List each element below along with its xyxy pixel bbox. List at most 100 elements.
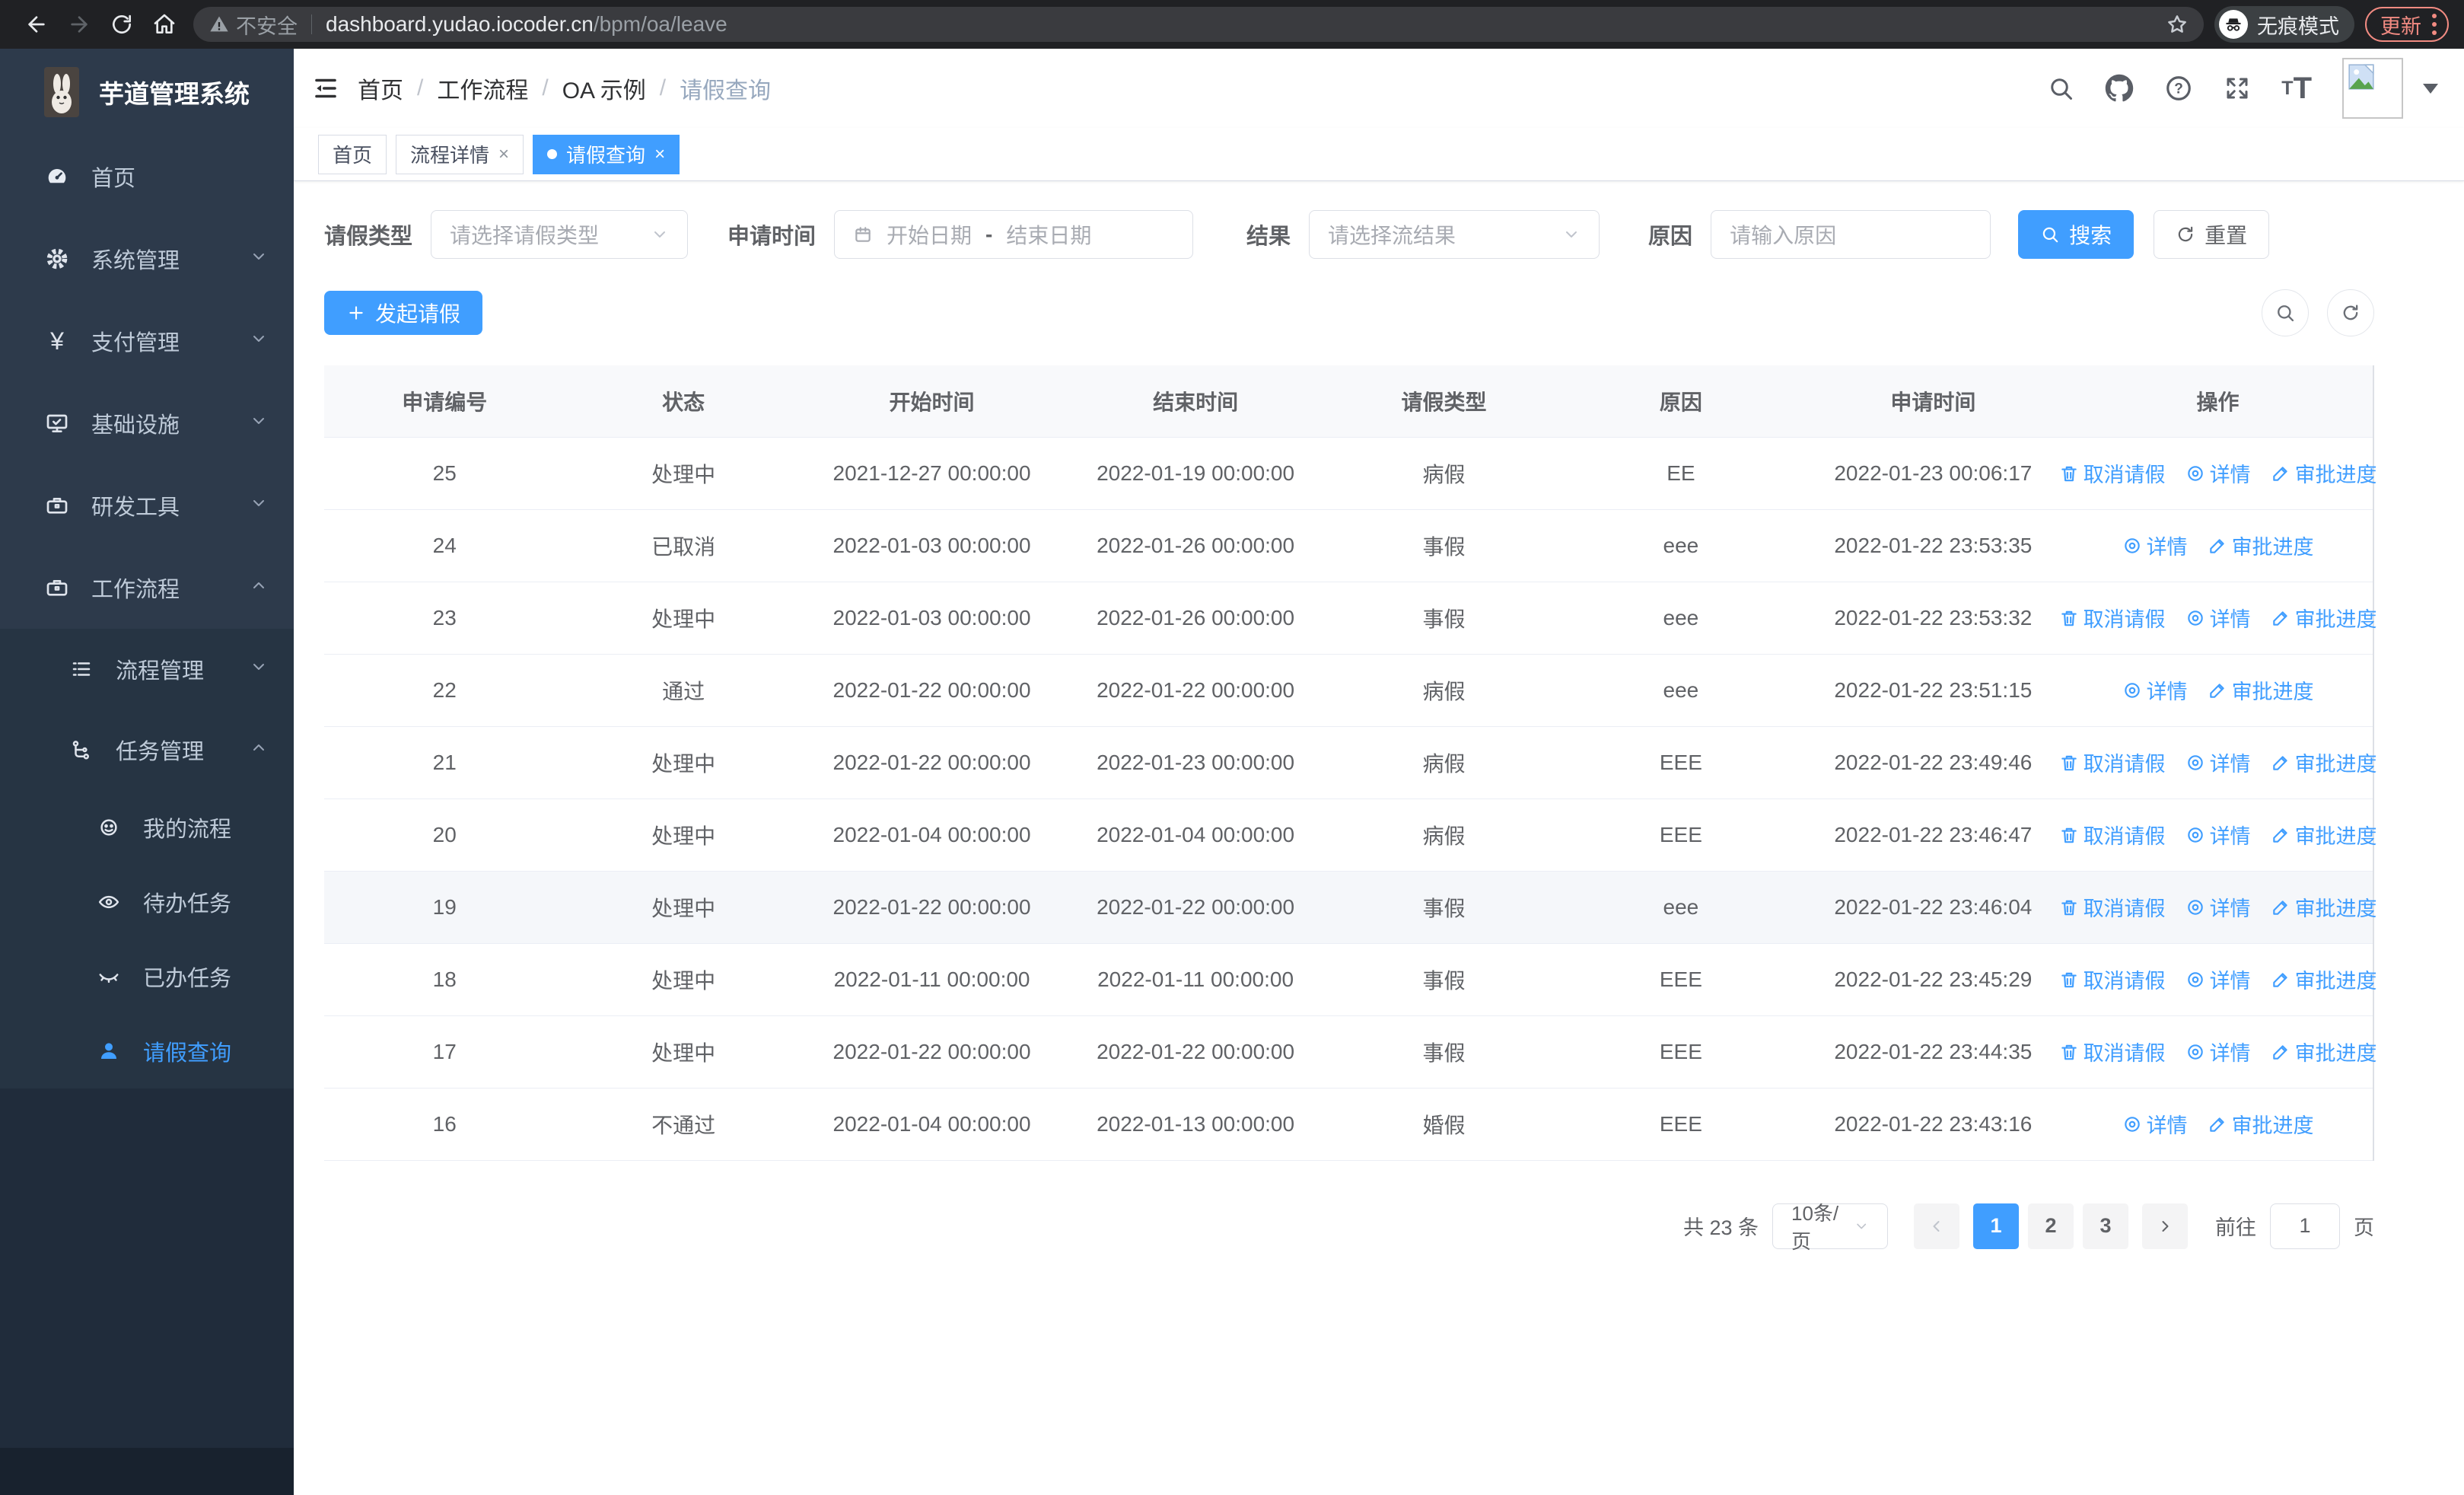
header-search-icon[interactable]	[2047, 75, 2074, 102]
browser-reload-icon[interactable]	[105, 8, 138, 41]
action-cancel-link[interactable]: 取消请假	[2059, 820, 2166, 850]
action-cancel-link[interactable]: 取消请假	[2059, 1037, 2166, 1066]
action-cancel-link[interactable]: 取消请假	[2059, 892, 2166, 922]
page-button-1[interactable]: 1	[1973, 1203, 2019, 1249]
page-size-select[interactable]: 10条/页	[1772, 1202, 1888, 1253]
cell-status: 处理中	[565, 437, 802, 510]
breadcrumb-oa-example[interactable]: OA 示例	[562, 72, 646, 105]
cell-type: 病假	[1329, 799, 1559, 872]
fullscreen-icon[interactable]	[2224, 75, 2251, 102]
sidebar-item-done-tasks[interactable]: 已办任务	[0, 939, 294, 1014]
sidebar-collapse-icon[interactable]	[294, 49, 358, 128]
yen-icon: ¥	[50, 327, 64, 355]
security-warning[interactable]: 不安全	[209, 10, 298, 40]
page-size-value: 10条/页	[1791, 1201, 1839, 1253]
url-bar[interactable]: 不安全 dashboard.yudao.iocoder.cn/bpm/oa/le…	[193, 7, 2204, 42]
browser-menu-icon[interactable]	[2432, 14, 2437, 35]
action-cancel-link[interactable]: 取消请假	[2059, 748, 2166, 777]
trash-icon	[2061, 972, 2077, 987]
sidebar-logo[interactable]: 芋道管理系统	[0, 49, 294, 135]
action-cancel-link[interactable]: 取消请假	[2059, 458, 2166, 488]
action-progress-link[interactable]: 审批进度	[2271, 748, 2377, 777]
next-page-button[interactable]	[2142, 1203, 2188, 1249]
goto-page-input[interactable]: 1	[2270, 1203, 2340, 1249]
sidebar-item-payment[interactable]: ¥ 支付管理	[0, 300, 294, 382]
leave-type-select[interactable]: 请选择请假类型	[431, 210, 689, 259]
logo-rabbit-image	[44, 67, 79, 117]
action-detail-link[interactable]: 详情	[2122, 531, 2188, 560]
sidebar-item-task-mgmt[interactable]: 任务管理	[0, 709, 294, 790]
action-detail-link[interactable]: 详情	[2185, 964, 2251, 994]
breadcrumb-workflow[interactable]: 工作流程	[437, 72, 528, 105]
sidebar-item-leave-query[interactable]: 请假查询	[0, 1014, 294, 1089]
action-progress-link[interactable]: 审批进度	[2208, 675, 2314, 705]
action-detail-link[interactable]: 详情	[2185, 748, 2251, 777]
sidebar-item-workflow[interactable]: 工作流程	[0, 547, 294, 629]
cell-reason: EEE	[1558, 726, 1803, 799]
cell-start: 2022-01-22 00:00:00	[801, 1015, 1062, 1089]
action-progress-link[interactable]: 审批进度	[2208, 531, 2314, 560]
pencil-icon	[2272, 972, 2287, 987]
apply-time-range-picker[interactable]: 开始日期 - 结束日期	[834, 210, 1194, 259]
browser-home-icon[interactable]	[148, 8, 181, 41]
browser-back-icon[interactable]	[20, 8, 53, 41]
tab-home[interactable]: 首页	[318, 134, 387, 174]
avatar-caret-icon[interactable]	[2423, 83, 2438, 94]
action-detail-link[interactable]: 详情	[2185, 603, 2251, 633]
pencil-icon	[2272, 827, 2287, 843]
page-button-2[interactable]: 2	[2028, 1203, 2074, 1249]
close-icon[interactable]: ×	[498, 144, 509, 165]
tags-view: 首页 流程详情 × 请假查询 ×	[294, 128, 2464, 181]
action-detail-link[interactable]: 详情	[2185, 458, 2251, 488]
reset-button[interactable]: 重置	[2154, 210, 2270, 259]
sidebar-item-system[interactable]: 系统管理	[0, 218, 294, 300]
sidebar-item-process-mgmt[interactable]: 流程管理	[0, 629, 294, 709]
browser-update-button[interactable]: 更新	[2365, 7, 2449, 42]
tab-leave-query[interactable]: 请假查询 ×	[533, 134, 680, 174]
action-progress-link[interactable]: 审批进度	[2271, 603, 2377, 633]
action-progress-link[interactable]: 审批进度	[2271, 820, 2377, 850]
action-detail-link[interactable]: 详情	[2185, 820, 2251, 850]
chevron-down-icon	[654, 231, 666, 237]
tree-icon	[68, 738, 94, 761]
sidebar-item-dev-tools[interactable]: 研发工具	[0, 464, 294, 547]
sidebar-item-todo-tasks[interactable]: 待办任务	[0, 865, 294, 939]
github-icon[interactable]	[2105, 74, 2134, 103]
tab-process-detail[interactable]: 流程详情 ×	[396, 134, 524, 174]
url-text[interactable]: dashboard.yudao.iocoder.cn/bpm/oa/leave	[326, 12, 2166, 37]
close-icon[interactable]: ×	[654, 144, 665, 165]
action-detail-link[interactable]: 详情	[2185, 892, 2251, 922]
prev-page-button[interactable]	[1914, 1203, 1959, 1249]
urlbar-divider	[311, 14, 312, 34]
pencil-icon	[2272, 466, 2287, 481]
action-progress-link[interactable]: 审批进度	[2271, 964, 2377, 994]
action-progress-link[interactable]: 审批进度	[2271, 892, 2377, 922]
search-button[interactable]: 搜索	[2018, 210, 2135, 259]
sidebar-item-label: 基础设施	[91, 413, 180, 438]
page-button-3[interactable]: 3	[2083, 1203, 2128, 1249]
help-icon[interactable]: ?	[2164, 74, 2193, 103]
bookmark-star-icon[interactable]	[2166, 13, 2189, 36]
sidebar-item-infrastructure[interactable]: 基础设施	[0, 382, 294, 464]
breadcrumb-home[interactable]: 首页	[358, 72, 403, 105]
toggle-search-button[interactable]	[2262, 289, 2309, 336]
reason-input[interactable]: 请输入原因	[1711, 210, 1991, 259]
sidebar-item-home[interactable]: 首页	[0, 135, 294, 218]
refresh-table-button[interactable]	[2327, 289, 2374, 336]
action-progress-link[interactable]: 审批进度	[2208, 1109, 2314, 1139]
action-progress-link[interactable]: 审批进度	[2271, 458, 2377, 488]
create-leave-button[interactable]: 发起请假	[324, 291, 483, 335]
result-select[interactable]: 请选择流结果	[1309, 210, 1600, 259]
action-detail-link[interactable]: 详情	[2122, 675, 2188, 705]
action-progress-link[interactable]: 审批进度	[2271, 1037, 2377, 1066]
action-detail-link[interactable]: 详情	[2122, 1109, 2188, 1139]
avatar[interactable]	[2342, 58, 2403, 119]
cell-type: 事假	[1329, 509, 1559, 582]
action-cancel-link[interactable]: 取消请假	[2059, 603, 2166, 633]
sidebar-item-my-process[interactable]: 我的流程	[0, 790, 294, 865]
action-detail-link[interactable]: 详情	[2185, 1037, 2251, 1066]
browser-forward-icon[interactable]	[62, 8, 96, 41]
font-size-icon[interactable]: TT	[2281, 73, 2312, 104]
tab-label: 请假查询	[566, 144, 646, 167]
action-cancel-link[interactable]: 取消请假	[2059, 964, 2166, 994]
